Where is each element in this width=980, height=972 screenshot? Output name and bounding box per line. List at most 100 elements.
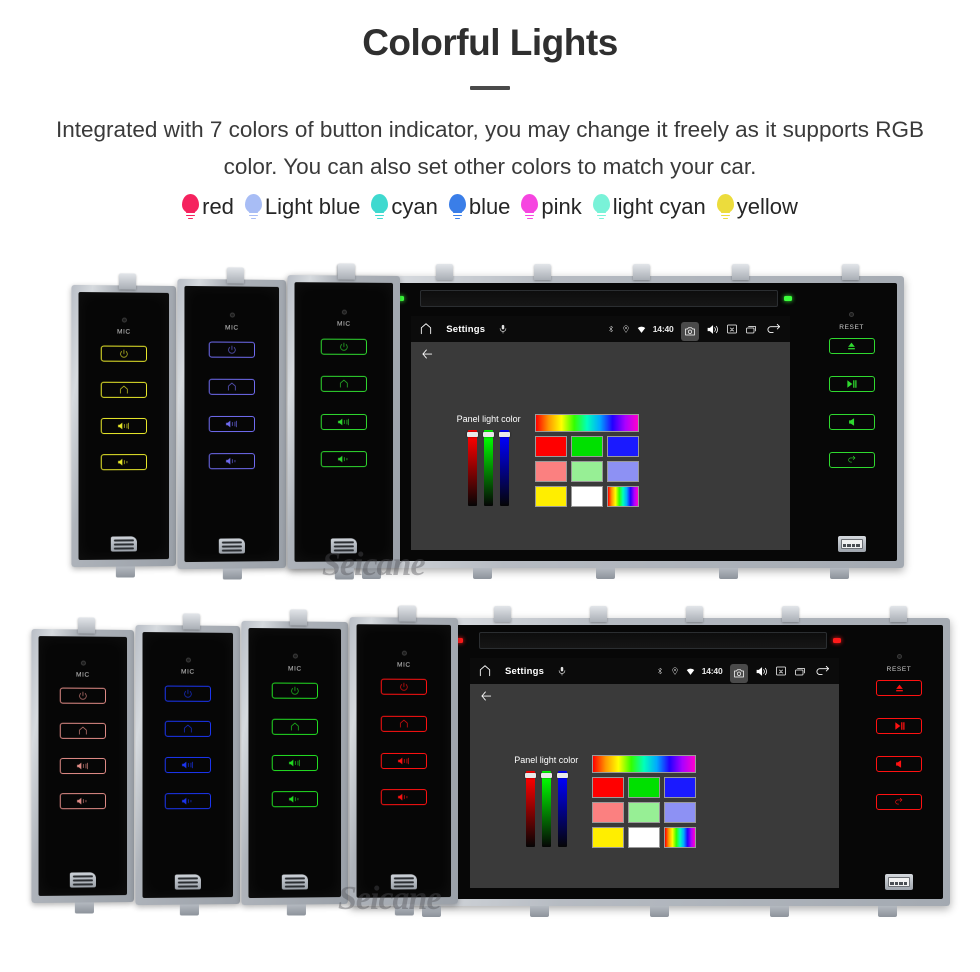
mount-foot [179,904,199,916]
home-button[interactable] [164,721,212,738]
swatch-0-2[interactable] [664,776,697,798]
back-arrow-icon[interactable] [479,689,493,703]
power-button[interactable] [59,688,107,705]
camera-icon[interactable] [680,322,699,341]
camera-icon[interactable] [729,664,748,683]
home-button[interactable] [320,375,367,393]
eject-button[interactable] [828,338,875,354]
home-icon[interactable] [419,322,433,336]
back-arrow-icon[interactable] [765,322,783,336]
volume-up-button[interactable] [208,415,256,432]
swatch-1-0[interactable] [534,460,567,482]
volume-up-button[interactable] [320,413,367,430]
mount-clip [182,613,200,630]
volume-icon[interactable] [755,665,768,678]
swatch-0-1[interactable] [570,435,603,457]
swatch-0-2[interactable] [606,435,639,457]
panel-blue[interactable]: MIC [135,613,240,916]
play-pause-button[interactable] [828,376,875,392]
swatch-2-2[interactable] [664,826,697,848]
panel-green[interactable]: MIC [287,263,400,580]
volume-down-button[interactable] [380,789,427,806]
swatch-spectrum[interactable] [534,413,639,432]
volume-up-button[interactable] [100,417,148,434]
back-arrow-icon[interactable] [420,347,434,361]
swatch-1-1[interactable] [628,801,661,823]
back-button[interactable] [876,794,922,810]
panel-yellow[interactable]: MIC [71,273,176,578]
home-button[interactable] [59,723,107,740]
power-button[interactable] [271,682,319,699]
slider-thumb[interactable] [483,431,495,437]
volume-down-button[interactable] [271,790,319,808]
mute-button[interactable] [876,756,922,772]
swatch-2-1[interactable] [570,485,603,507]
volume-up-button[interactable] [59,758,107,775]
volume-up-button[interactable] [164,756,212,773]
power-button[interactable] [100,345,148,363]
swatch-2-2[interactable] [606,485,639,507]
android-screen[interactable]: Settings 14:40 Panel light color [411,316,791,550]
back-arrow-icon[interactable] [814,664,832,678]
microphone-icon[interactable] [498,324,508,334]
volume-icon[interactable] [706,323,719,336]
red-slider[interactable] [524,770,536,847]
green-slider[interactable] [540,770,552,847]
slider-thumb[interactable] [556,772,568,778]
swatch-1-2[interactable] [606,460,639,482]
swatch-2-0[interactable] [592,826,625,848]
home-icon[interactable] [478,664,492,678]
slider-thumb[interactable] [524,772,536,778]
volume-up-button[interactable] [271,754,319,771]
power-button[interactable] [320,338,367,355]
power-button[interactable] [208,341,256,358]
swatch-1-2[interactable] [664,801,697,823]
blue-slider[interactable] [499,429,511,506]
swatch-spectrum[interactable] [592,754,697,773]
eject-button[interactable] [876,680,922,696]
volume-down-button[interactable] [59,792,107,810]
panel-salmon[interactable]: MIC [31,617,134,914]
swatch-2-0[interactable] [534,485,567,507]
home-button[interactable] [208,378,256,395]
back-button[interactable] [828,452,875,468]
home-button[interactable] [380,715,427,733]
volume-down-button[interactable] [208,452,256,469]
recents-icon[interactable] [745,323,758,336]
panel-light-blue[interactable]: MIC [177,267,286,580]
slider-thumb[interactable] [467,431,479,437]
microphone-icon[interactable] [557,666,567,676]
cd-slot[interactable] [420,290,778,307]
slider-thumb[interactable] [540,772,552,778]
red-slider[interactable] [467,429,479,506]
close-box-icon[interactable] [775,665,787,677]
cd-slot[interactable] [479,632,827,649]
volume-down-button[interactable] [320,450,367,468]
reset-hole[interactable] [896,654,902,659]
usb-port[interactable] [885,874,913,890]
volume-up-button[interactable] [380,752,427,769]
blue-slider[interactable] [556,770,568,847]
swatch-2-1[interactable] [628,826,661,848]
swatch-1-1[interactable] [570,460,603,482]
mute-button[interactable] [828,414,875,430]
swatch-1-0[interactable] [592,801,625,823]
recents-icon[interactable] [794,665,807,678]
swatch-0-0[interactable] [534,435,567,457]
power-button[interactable] [380,679,427,696]
green-slider[interactable] [483,429,495,506]
usb-port[interactable] [837,536,866,552]
panel-red[interactable]: MIC [349,605,458,916]
panel-green[interactable]: MIC [241,609,348,916]
power-button[interactable] [164,685,212,702]
home-button[interactable] [100,381,148,398]
swatch-0-0[interactable] [592,776,625,798]
volume-down-button[interactable] [100,453,148,470]
android-screen[interactable]: Settings 14:40 Panel light color [470,658,839,888]
close-box-icon[interactable] [726,323,738,335]
play-pause-button[interactable] [876,718,922,734]
slider-thumb[interactable] [499,431,511,437]
home-button[interactable] [271,718,319,735]
swatch-0-1[interactable] [628,776,661,798]
volume-down-button[interactable] [164,792,212,809]
